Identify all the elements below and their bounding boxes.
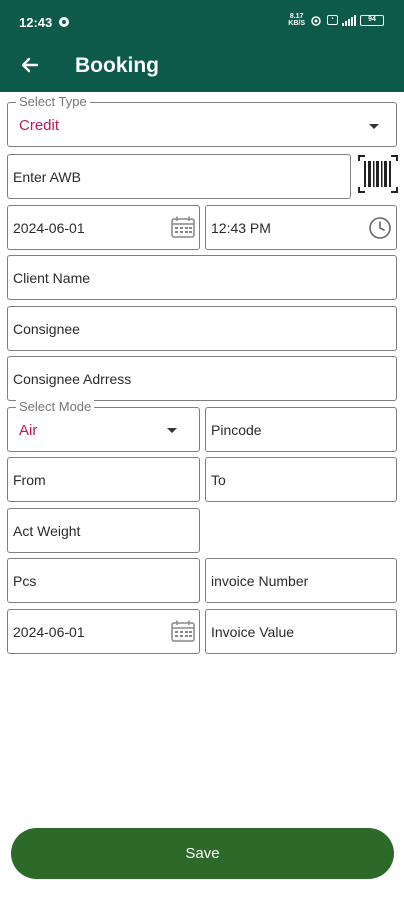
pcs-input[interactable]: Pcs	[7, 558, 200, 603]
calendar-icon[interactable]	[171, 216, 195, 238]
time-value: 12:43 PM	[211, 220, 271, 236]
status-time: 12:43	[19, 15, 53, 30]
consignee-address-placeholder: Consignee Adrress	[13, 371, 132, 387]
consignee-address-input[interactable]: Consignee Adrress	[7, 356, 397, 401]
select-mode-dropdown[interactable]: Select Mode Air	[7, 400, 200, 452]
to-input[interactable]: To	[205, 457, 397, 502]
time-field[interactable]: 12:43 PM	[205, 205, 397, 250]
status-icons: 8.17 KB/S ▪ 94	[288, 13, 384, 27]
arrow-left-icon[interactable]	[20, 55, 40, 75]
date-value: 2024-06-01	[13, 220, 85, 236]
from-input[interactable]: From	[7, 457, 200, 502]
select-type-value: Credit	[19, 117, 60, 134]
to-placeholder: To	[211, 472, 226, 488]
act-weight-input[interactable]: Act Weight	[7, 508, 200, 553]
consignee-placeholder: Consignee	[13, 321, 80, 337]
consignee-input[interactable]: Consignee	[7, 306, 397, 351]
invoice-number-input[interactable]: invoice Number	[205, 558, 397, 603]
pincode-input[interactable]: Pincode	[205, 407, 397, 452]
battery-icon: 94	[360, 14, 384, 26]
awb-input[interactable]: Enter AWB	[7, 154, 351, 199]
pincode-placeholder: Pincode	[211, 422, 262, 438]
dropdown-caret-icon	[369, 124, 379, 129]
net-speed: 8.17 KB/S	[288, 13, 305, 27]
hotspot-icon	[311, 15, 321, 26]
select-mode-value: Air	[19, 422, 38, 439]
invoice-date-field[interactable]: 2024-06-01	[7, 609, 200, 654]
client-name-placeholder: Client Name	[13, 270, 91, 286]
sim-icon: ▪	[327, 15, 338, 25]
app-bar: Booking	[0, 44, 404, 92]
client-name-input[interactable]: Client Name	[7, 255, 397, 300]
awb-placeholder: Enter AWB	[13, 169, 81, 185]
invoice-number-placeholder: invoice Number	[211, 573, 309, 589]
save-button[interactable]: Save	[11, 828, 394, 879]
invoice-date-value: 2024-06-01	[13, 624, 85, 640]
dropdown-caret-icon	[167, 428, 177, 433]
select-type-label: Select Type	[16, 95, 90, 109]
act-weight-placeholder: Act Weight	[13, 523, 81, 539]
calendar-icon[interactable]	[171, 620, 195, 642]
date-field[interactable]: 2024-06-01	[7, 205, 200, 250]
pcs-placeholder: Pcs	[13, 573, 37, 589]
clock-icon[interactable]	[368, 216, 392, 240]
select-type-dropdown[interactable]: Select Type Credit	[7, 95, 397, 147]
invoice-value-placeholder: Invoice Value	[211, 624, 295, 640]
page-title: Booking	[75, 54, 159, 77]
notification-icon	[59, 17, 69, 27]
select-mode-label: Select Mode	[16, 400, 95, 414]
signal-icon	[342, 14, 356, 26]
from-placeholder: From	[13, 472, 46, 488]
barcode-icon[interactable]	[357, 154, 399, 194]
status-bar: 12:43 8.17 KB/S ▪ 94	[0, 0, 404, 44]
invoice-value-input[interactable]: Invoice Value	[205, 609, 397, 654]
